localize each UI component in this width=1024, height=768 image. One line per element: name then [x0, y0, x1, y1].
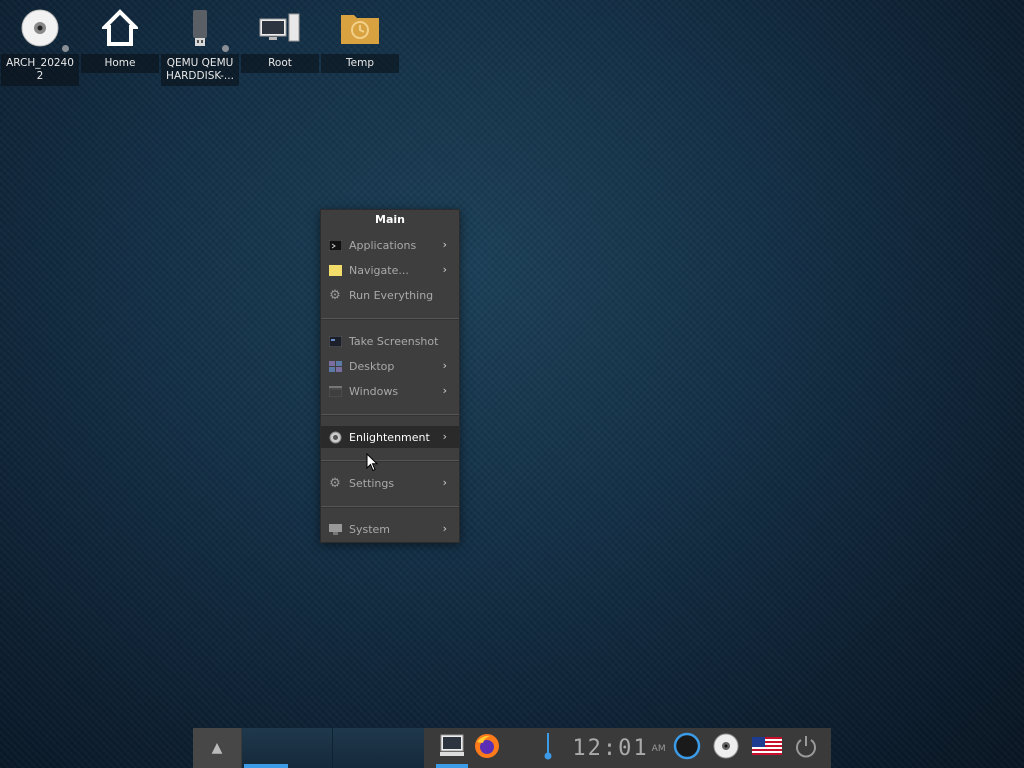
menu-item-system[interactable]: System ›	[321, 518, 459, 540]
pager-desktop-1[interactable]	[242, 728, 333, 768]
optical-disc-icon	[1, 4, 79, 52]
desktop-icon-label: Temp	[321, 54, 399, 73]
desktop-icon-label: Home	[81, 54, 159, 73]
power-icon	[794, 734, 818, 762]
virtual-desktop-pager[interactable]	[242, 728, 424, 768]
chevron-right-icon: ›	[442, 476, 447, 489]
menu-item-take-screenshot[interactable]: Take Screenshot	[321, 330, 459, 352]
folder-icon	[328, 263, 342, 277]
main-menu: Main Applications › Navigate... › ⚙ Run …	[320, 209, 460, 543]
chevron-right-icon: ›	[442, 263, 447, 276]
chevron-right-icon: ›	[442, 384, 447, 397]
enlightenment-icon	[328, 430, 342, 444]
taskbar-temperature-gadget[interactable]	[538, 728, 558, 768]
desktop-icon-home[interactable]: Home	[81, 4, 159, 73]
us-flag-icon	[752, 737, 782, 759]
menu-item-label: Desktop	[349, 359, 395, 373]
system-monitor-icon	[328, 522, 342, 536]
mount-indicator	[62, 45, 69, 52]
taskbar-keyboard-layout[interactable]	[749, 728, 785, 768]
taskbar-connman[interactable]	[670, 728, 704, 768]
taskbar-firefox[interactable]	[472, 728, 502, 768]
terminal-icon	[328, 238, 342, 252]
clock-time: 12:01	[572, 735, 649, 761]
chevron-right-icon: ›	[442, 430, 447, 443]
taskbar-clock[interactable]: 12:01 AM	[572, 728, 666, 768]
pager-active-indicator	[244, 764, 288, 768]
active-app-indicator	[436, 764, 468, 768]
chevron-up-icon: ▲	[211, 740, 223, 756]
optical-disc-icon	[713, 733, 739, 763]
desktop-icon	[328, 359, 342, 373]
desktop-icon-harddisk[interactable]: QEMU QEMU HARDDISK-...	[161, 4, 239, 86]
shelf-menu-button[interactable]: ▲	[193, 728, 241, 768]
desktop-icon-label: QEMU QEMU HARDDISK-...	[161, 54, 239, 86]
menu-item-label: Navigate...	[349, 263, 409, 277]
menu-item-label: Enlightenment	[349, 430, 430, 444]
menu-item-windows[interactable]: Windows ›	[321, 380, 459, 402]
taskbar-power-button[interactable]	[791, 728, 821, 768]
menu-separator	[321, 460, 459, 462]
menu-item-desktop[interactable]: Desktop ›	[321, 355, 459, 377]
menu-item-label: Settings	[349, 476, 395, 490]
menu-item-navigate[interactable]: Navigate... ›	[321, 259, 459, 281]
windows-icon	[328, 384, 342, 398]
usb-drive-icon	[161, 4, 239, 52]
menu-title: Main	[375, 213, 405, 226]
menu-separator	[321, 318, 459, 320]
menu-item-label: Run Everything	[349, 288, 434, 302]
screenshot-icon	[328, 334, 342, 348]
firefox-icon	[474, 733, 500, 763]
taskbar-removable-media[interactable]	[709, 728, 743, 768]
computer-icon	[241, 4, 319, 52]
taskbar-file-manager[interactable]	[434, 728, 470, 768]
menu-item-settings[interactable]: ⚙ Settings ›	[321, 472, 459, 494]
desktop-icon-arch[interactable]: ARCH_202402	[1, 4, 79, 86]
menu-separator	[321, 414, 459, 416]
network-ring-icon	[673, 732, 701, 764]
menu-separator	[321, 506, 459, 508]
chevron-right-icon: ›	[442, 522, 447, 535]
desktop-icon-root[interactable]: Root	[241, 4, 319, 73]
settings-gear-icon: ⚙	[329, 475, 341, 491]
temp-folder-icon	[321, 4, 399, 52]
menu-item-label: System	[349, 522, 391, 536]
mount-indicator	[222, 45, 229, 52]
chevron-right-icon: ›	[442, 238, 447, 251]
menu-item-label: Take Screenshot	[349, 334, 439, 348]
clock-ampm: AM	[651, 744, 666, 754]
desktop-icon-label: ARCH_202402	[1, 54, 79, 86]
mouse-cursor-icon	[366, 452, 379, 476]
home-icon	[81, 4, 159, 52]
menu-item-enlightenment[interactable]: Enlightenment ›	[321, 426, 459, 448]
desktop-icon-label: Root	[241, 54, 319, 73]
gear-icon: ⚙	[329, 287, 341, 303]
menu-item-applications[interactable]: Applications ›	[321, 234, 459, 256]
menu-item-label: Applications	[349, 238, 417, 252]
computer-icon	[439, 734, 465, 762]
desktop-icon-temp[interactable]: Temp	[321, 4, 399, 73]
menu-item-label: Windows	[349, 384, 399, 398]
chevron-right-icon: ›	[442, 359, 447, 372]
taskbar: ▲ 12:01 AM	[193, 728, 831, 768]
thermometer-icon	[544, 732, 552, 764]
menu-item-run-everything[interactable]: ⚙ Run Everything	[321, 284, 459, 306]
